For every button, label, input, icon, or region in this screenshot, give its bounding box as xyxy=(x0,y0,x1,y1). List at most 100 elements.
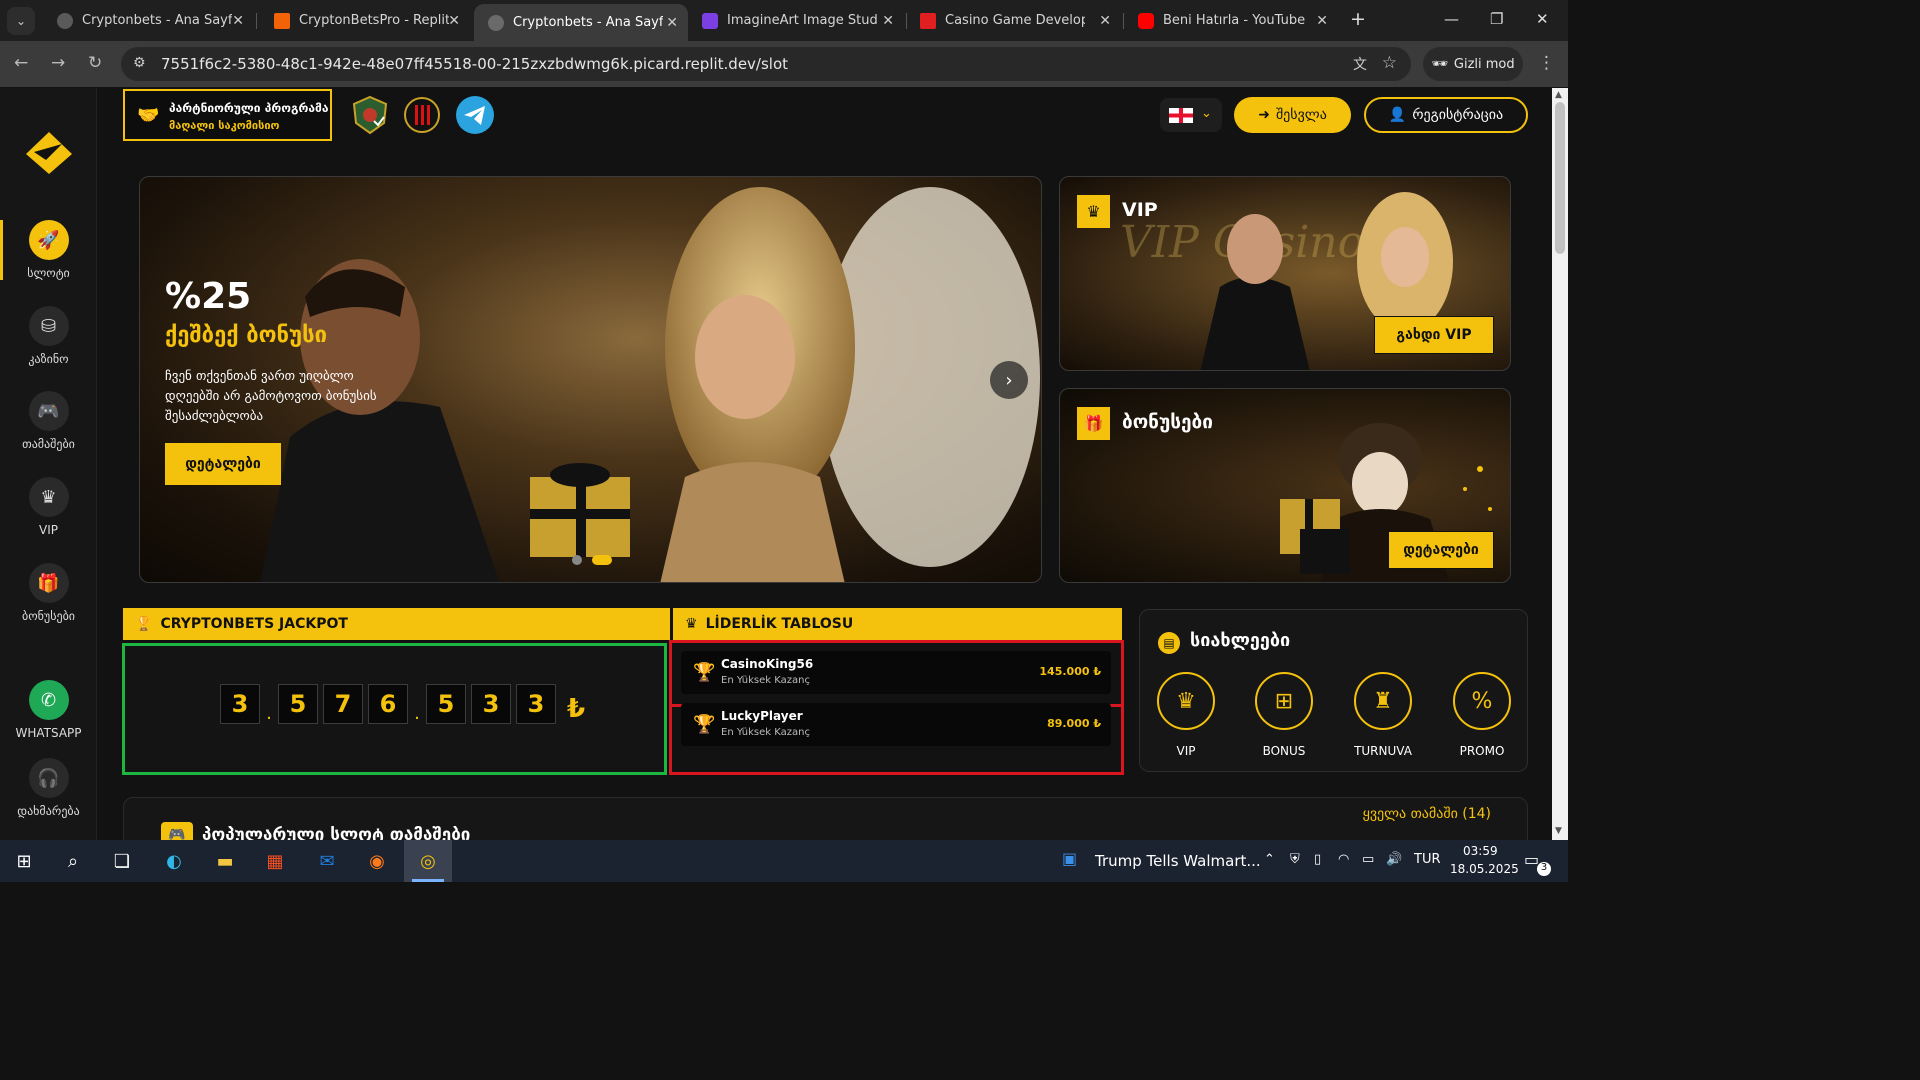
license-badge-icon[interactable] xyxy=(350,95,390,135)
close-icon[interactable]: ✕ xyxy=(666,15,678,31)
site-logo[interactable] xyxy=(24,130,74,180)
browser-tab[interactable]: Casino Game Developers: C ✕ xyxy=(906,4,1121,37)
translate-icon[interactable]: 文 xyxy=(1353,54,1367,74)
windows-start-icon[interactable]: ⊞ xyxy=(10,848,38,874)
browser-menu-icon[interactable]: ⋮ xyxy=(1538,53,1555,73)
register-button[interactable]: 👤 რეგისტრაცია xyxy=(1364,97,1528,133)
crown-icon: ♛ xyxy=(1157,672,1215,730)
hero-details-button[interactable]: დეტალები xyxy=(165,443,281,485)
club-crest-icon[interactable] xyxy=(402,95,442,135)
leaderboard-row[interactable]: 🏆 LuckyPlayer En Yüksek Kazanç 89.000 ₺ xyxy=(681,703,1111,746)
sidebar-item-vip[interactable]: ♛ VIP xyxy=(0,477,97,557)
bonus-promo-title: ბონუსები xyxy=(1122,411,1213,433)
carousel-dot-active[interactable] xyxy=(592,555,612,565)
edge-icon[interactable]: ◐ xyxy=(160,848,188,874)
carousel-dot[interactable] xyxy=(572,555,582,565)
leaderboard-row[interactable]: 🏆 CasinoKing56 En Yüksek Kazanç 145.000 … xyxy=(681,651,1111,694)
vip-promo-card[interactable]: VIP Casino ♛ VIP გახდი VIP xyxy=(1059,176,1511,371)
rocket-icon: 🚀 xyxy=(28,220,69,260)
firefox-icon[interactable]: ◉ xyxy=(363,848,391,874)
sidebar-item-games[interactable]: 🎮 თამაშები xyxy=(0,391,97,471)
chrome-icon[interactable]: ◎ xyxy=(414,848,442,874)
browser-tab[interactable]: Cryptonbets - Ana Sayfa ✕ xyxy=(43,4,254,37)
sidebar-item-whatsapp[interactable]: ✆ WHATSAPP xyxy=(0,680,97,760)
url-bar[interactable]: ⚙ 7551f6c2-5380-48c1-942e-48e07ff45518-0… xyxy=(121,47,1411,81)
handshake-icon: 🤝 xyxy=(137,105,160,126)
gift-icon: 🎁 xyxy=(1077,407,1110,440)
close-icon[interactable]: ✕ xyxy=(882,13,894,29)
news-widget-icon[interactable]: ▣ xyxy=(1062,849,1077,868)
gamepad-icon: 🎮 xyxy=(161,822,193,840)
browser-tab[interactable]: Beni Hatırla - YouTube ✕ xyxy=(1124,4,1338,37)
jackpot-digit: 3 xyxy=(471,684,511,724)
scrollbar-thumb[interactable] xyxy=(1555,102,1565,254)
jackpot-header: 🏆 CRYPTONBETS JACKPOT xyxy=(123,608,670,640)
new-tab-button[interactable]: + xyxy=(1350,8,1366,30)
scroll-up-icon[interactable]: ▲ xyxy=(1555,90,1562,100)
tab-search-button[interactable]: ⌄ xyxy=(7,7,35,35)
news-item-vip[interactable]: ♛ VIP xyxy=(1156,672,1216,758)
jackpot-currency: ₺ xyxy=(567,694,586,724)
close-icon[interactable]: ✕ xyxy=(448,13,460,29)
browser-tab-active[interactable]: Cryptonbets - Ana Sayfa ✕ xyxy=(474,4,688,41)
tray-chevron-icon[interactable]: ⌃ xyxy=(1264,852,1275,867)
browser-tab[interactable]: CryptonBetsPro - Replit ✕ xyxy=(260,4,470,37)
wifi-icon[interactable]: ◠ xyxy=(1338,852,1349,867)
battery-icon[interactable]: ▭ xyxy=(1362,852,1374,867)
sidebar-item-casino[interactable]: ⛁ კაზინო xyxy=(0,306,97,386)
close-icon[interactable]: ✕ xyxy=(1316,13,1328,29)
window-close-button[interactable]: ✕ xyxy=(1536,10,1549,28)
clock-date[interactable]: 18.05.2025 xyxy=(1450,862,1519,876)
coins-icon: ⛁ xyxy=(28,306,69,346)
close-icon[interactable]: ✕ xyxy=(232,13,244,29)
forward-button[interactable]: → xyxy=(51,53,65,73)
partner-program-banner[interactable]: 🤝 პარტნიორული პროგრამა მაღალი საკომისიო xyxy=(123,89,332,141)
clock-time[interactable]: 03:59 xyxy=(1463,844,1498,858)
sidebar-item-help[interactable]: 🎧 დახმარება xyxy=(0,758,97,838)
bonus-promo-card[interactable]: 🎁 ბონუსები დეტალები xyxy=(1059,388,1511,583)
bonus-details-button[interactable]: დეტალები xyxy=(1388,531,1494,569)
browser-tab[interactable]: ImagineArt Image Studio ✕ xyxy=(688,4,904,37)
news-item-promo[interactable]: % PROMO xyxy=(1452,672,1512,758)
outlook-icon[interactable]: ✉ xyxy=(313,848,341,874)
site-info-icon[interactable]: ⚙ xyxy=(133,55,146,71)
leaderboard-header: ♛ LİDERLİK TABLOSU xyxy=(673,608,1122,640)
leaderboard-panel: 🏆 CasinoKing56 En Yüksek Kazanç 145.000 … xyxy=(669,640,1124,775)
news-item-tournament[interactable]: ♜ TURNUVA xyxy=(1353,672,1413,758)
defender-icon[interactable]: ⛨ xyxy=(1290,852,1300,867)
telegram-icon[interactable] xyxy=(455,95,495,135)
url-text[interactable]: 7551f6c2-5380-48c1-942e-48e07ff45518-00-… xyxy=(161,55,788,73)
jackpot-panel: 3 . 5 7 6 . 5 3 3 ₺ xyxy=(122,643,667,775)
sidebar-item-bonuses[interactable]: 🎁 ბონუსები xyxy=(0,563,97,643)
all-games-link[interactable]: ყველა თამაში (14) xyxy=(1363,806,1491,822)
bookmark-star-icon[interactable]: ☆ xyxy=(1382,53,1397,73)
close-icon[interactable]: ✕ xyxy=(1099,13,1111,29)
jackpot-digit: 5 xyxy=(426,684,466,724)
carousel-next-button[interactable]: › xyxy=(990,361,1028,399)
news-item-bonus[interactable]: ⊞ BONUS xyxy=(1254,672,1314,758)
news-widget-text[interactable]: Trump Tells Walmart... xyxy=(1095,852,1261,870)
store-icon[interactable]: ▦ xyxy=(261,848,289,874)
language-selector[interactable]: ⌄ xyxy=(1160,98,1222,132)
browser-tab-bar: ⌄ Cryptonbets - Ana Sayfa ✕ CryptonBetsP… xyxy=(0,0,1568,41)
page-scrollbar[interactable]: ▲ ▼ xyxy=(1552,88,1568,840)
globe-icon xyxy=(57,12,73,29)
volume-icon[interactable]: 🔊 xyxy=(1386,852,1402,867)
input-language[interactable]: TUR xyxy=(1414,852,1441,867)
login-button[interactable]: ➜ შესვლა xyxy=(1234,97,1351,133)
percent-icon: % xyxy=(1453,672,1511,730)
crown-icon: ♛ xyxy=(1077,195,1110,228)
incognito-indicator[interactable]: 🕶 Gizli mod xyxy=(1423,47,1523,81)
minimize-button[interactable]: — xyxy=(1444,10,1459,28)
reload-button[interactable]: ↻ xyxy=(88,53,102,73)
file-explorer-icon[interactable]: ▬ xyxy=(211,848,239,874)
scroll-down-icon[interactable]: ▼ xyxy=(1555,826,1562,836)
sidebar-item-slot[interactable]: 🚀 სლოტი xyxy=(0,220,97,300)
device-icon[interactable]: ▯ xyxy=(1314,852,1321,867)
become-vip-button[interactable]: გახდი VIP xyxy=(1374,316,1494,354)
restore-button[interactable]: ❐ xyxy=(1490,10,1503,28)
task-view-icon[interactable]: ❏ xyxy=(108,848,136,874)
chevron-right-icon: › xyxy=(1005,369,1013,391)
search-icon[interactable]: ⌕ xyxy=(59,848,87,874)
back-button[interactable]: ← xyxy=(14,53,28,73)
